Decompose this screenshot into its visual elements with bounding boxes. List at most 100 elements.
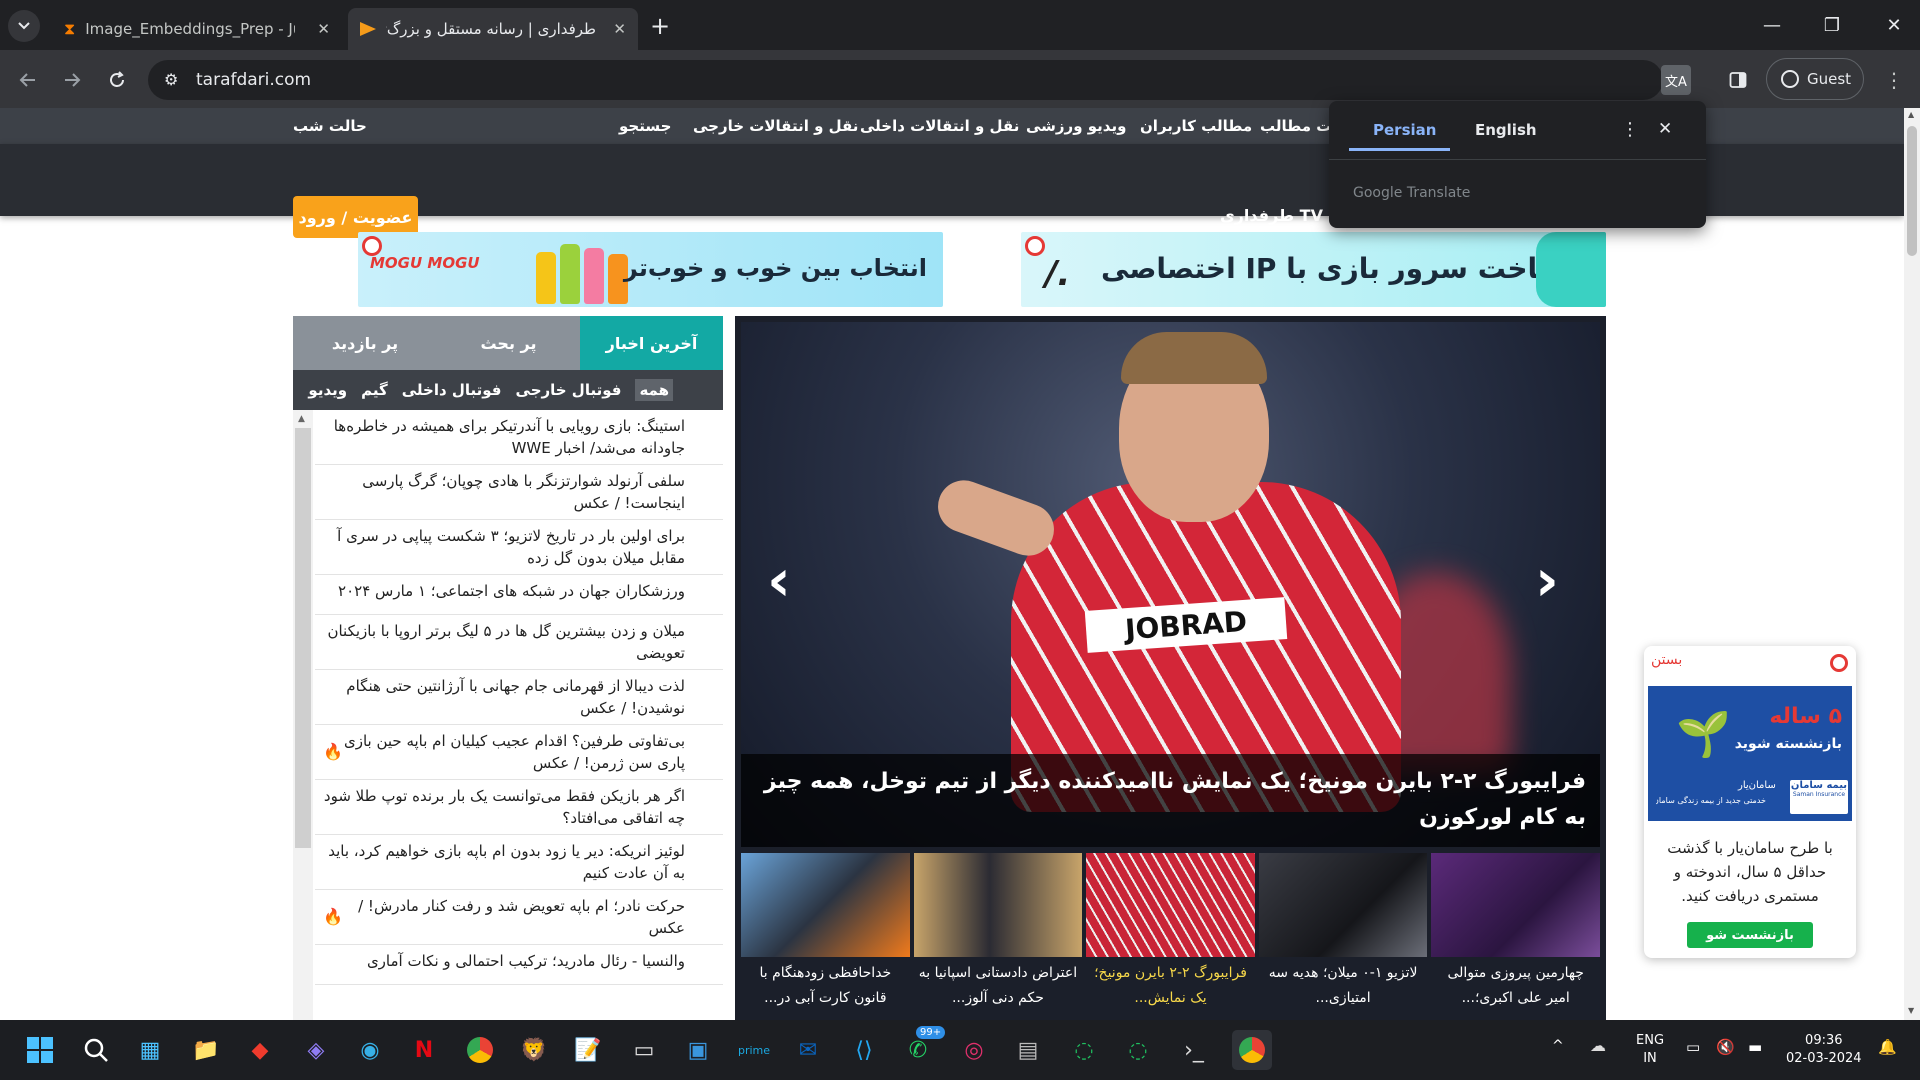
instagram-icon[interactable]: ◎	[954, 1030, 994, 1070]
outlook-icon[interactable]: ✉	[788, 1030, 828, 1070]
thumbnail-item[interactable]: چهارمین پیروزی متوالی امیر علی اکبری؛...	[1431, 853, 1600, 1020]
nav-search[interactable]: جستجو	[619, 117, 671, 135]
windows-app-icon[interactable]: ▣	[678, 1030, 718, 1070]
console-icon[interactable]: ▤	[1008, 1030, 1048, 1070]
terminal-icon[interactable]: ▭	[624, 1030, 664, 1070]
scroll-up-icon[interactable]: ▲	[298, 414, 305, 424]
file-explorer-icon[interactable]: 📁	[186, 1030, 226, 1070]
mogu-banner[interactable]: MOGU MOGU انتخاب بین خوب و خوب‌تر	[358, 232, 943, 307]
game-server-banner[interactable]: /. ساخت سرور بازی با IP اختصاصی	[1021, 232, 1606, 307]
maximize-button[interactable]: ❐	[1812, 10, 1852, 40]
vscode-icon[interactable]: ⟨⟩	[844, 1030, 884, 1070]
loader-icon[interactable]: ◌	[1064, 1030, 1104, 1070]
menu-button[interactable]: ⋮	[1878, 64, 1910, 96]
news-item[interactable]: میلان و زدن بیشترین گل ها در ۵ لیگ برتر …	[315, 615, 723, 670]
tarafdari-tv-link[interactable]: طرفداری TV	[1220, 206, 1323, 225]
nav-foreign-transfers[interactable]: نقل و انتقالات خارجی	[693, 117, 858, 135]
news-item[interactable]: برای اولین بار در تاریخ لاتزیو؛ ۳ شکست پ…	[315, 520, 723, 575]
filter-all[interactable]: همه	[635, 379, 673, 401]
scroll-up-icon[interactable]: ▲	[1908, 110, 1914, 119]
close-window-button[interactable]: ✕	[1874, 10, 1914, 40]
network-icon[interactable]: ▭	[1686, 1038, 1700, 1056]
tray-chevron-icon[interactable]: ^	[1552, 1038, 1564, 1054]
news-item[interactable]: اگر هر بازیکن فقط می‌توانست یک بار برنده…	[315, 780, 723, 835]
news-item[interactable]: سلفی آرنولد شوارتزنگر با هادی چوپان؛ گرگ…	[315, 465, 723, 520]
news-item[interactable]: لذت دیبالا از قهرمانی جام جهانی با آرژان…	[315, 670, 723, 725]
translate-icon[interactable]: 文A	[1661, 65, 1691, 95]
translate-options-icon[interactable]: ⋮	[1621, 119, 1639, 140]
battery-icon[interactable]: ▬	[1748, 1038, 1762, 1056]
news-item[interactable]: استینگ: بازی رویایی با آندرتیکر برای همی…	[315, 410, 723, 465]
ad-image[interactable]: ۵ ساله بازنشسته شوید 🌱 سامان‌یار خدمتی ج…	[1648, 686, 1852, 821]
copilot-icon[interactable]: ◈	[296, 1030, 336, 1070]
close-tab-icon[interactable]: ✕	[613, 20, 626, 38]
chrome-icon[interactable]	[460, 1030, 500, 1070]
search-button[interactable]	[76, 1030, 116, 1070]
tab-most-discussed[interactable]: پر بحث	[437, 316, 580, 370]
profile-button[interactable]: Guest	[1766, 58, 1864, 100]
filter-domestic-football[interactable]: فوتبال داخلی	[402, 381, 502, 399]
reload-button[interactable]	[101, 64, 133, 96]
news-item[interactable]: ورزشکاران جهان در شبکه های اجتماعی؛ ۱ ما…	[315, 575, 723, 615]
volume-muted-icon[interactable]: 🔇	[1716, 1038, 1735, 1056]
edge-icon[interactable]: ◉	[350, 1030, 390, 1070]
thumbnail-item[interactable]: فرایبورگ ۲-۲ بایرن مونیخ؛ یک نمایش...	[1086, 853, 1255, 1020]
translate-tab-english[interactable]: English	[1475, 121, 1537, 139]
store-icon[interactable]: ▦	[130, 1030, 170, 1070]
clock[interactable]: 09:36 02-03-2024	[1786, 1032, 1862, 1068]
netflix-icon[interactable]: N	[404, 1030, 444, 1070]
prev-slide-icon[interactable]: ‹	[767, 546, 791, 614]
news-title: استینگ: بازی رویایی با آندرتیکر برای همی…	[333, 417, 685, 457]
news-item[interactable]: بی‌تفاوتی طرفین؟ اقدام عجیب کیلیان ام با…	[315, 725, 723, 780]
news-item[interactable]: حرکت نادر؛ ام باپه تعویض شد و رفت کنار م…	[315, 890, 723, 945]
prime-video-icon[interactable]: prime	[734, 1030, 774, 1070]
hero-caption[interactable]: فرایبورگ ۲-۲ بایرن مونیخ؛ یک نمایش ناامی…	[741, 754, 1600, 847]
ad-cta-button[interactable]: بازنشست شو	[1687, 922, 1813, 948]
tab-jupyter[interactable]: ⧗ Image_Embeddings_Prep - Jupy ✕	[52, 8, 342, 50]
powershell-icon[interactable]: ›_	[1174, 1030, 1214, 1070]
tab-latest-news[interactable]: آخرین اخبار	[580, 316, 723, 370]
thumbnail-item[interactable]: اعتراض دادستانی اسپانیا به حکم دنی آلوز.…	[913, 853, 1083, 1020]
filter-foreign-football[interactable]: فوتبال خارجی	[516, 381, 622, 399]
nav-posts[interactable]: ت مطالب	[1260, 117, 1331, 135]
notifications-bell-icon[interactable]: 🔔	[1878, 1038, 1897, 1056]
minimize-button[interactable]: —	[1752, 10, 1792, 40]
brave-icon[interactable]: 🦁	[514, 1030, 554, 1070]
translate-close-icon[interactable]: ✕	[1658, 119, 1672, 139]
site-info-icon[interactable]: ⚙	[164, 70, 178, 89]
anydesk-icon[interactable]: ◆	[240, 1030, 280, 1070]
translate-tab-persian[interactable]: Persian	[1373, 121, 1436, 139]
next-slide-icon[interactable]: ›	[1535, 546, 1559, 614]
language-indicator[interactable]: ENG IN	[1636, 1032, 1664, 1068]
tab-most-viewed[interactable]: پر بازدید	[293, 316, 437, 370]
night-mode-link[interactable]: حالت شب	[293, 117, 367, 135]
nav-user-posts[interactable]: مطالب کاربران	[1140, 117, 1252, 135]
news-item[interactable]: والنسیا - رئال مادرید؛ ترکیب احتمالی و ن…	[315, 945, 723, 985]
back-button[interactable]	[12, 64, 44, 96]
forward-button[interactable]	[56, 64, 88, 96]
side-panel-button[interactable]	[1722, 64, 1754, 96]
loader-icon-2[interactable]: ◌	[1118, 1030, 1158, 1070]
nav-domestic-transfers[interactable]: نقل و انتقالات داخلی	[860, 117, 1019, 135]
ad-close-button[interactable]: بستن	[1651, 652, 1682, 668]
scroll-down-icon[interactable]: ▼	[1908, 1006, 1914, 1015]
close-tab-icon[interactable]: ✕	[317, 20, 330, 38]
filter-video[interactable]: ویدیو	[308, 381, 347, 399]
chrome-active-icon[interactable]	[1232, 1030, 1272, 1070]
thumbnail-item[interactable]: خداحافظی زودهنگام با قانون کارت آبی در..…	[741, 853, 910, 1020]
nav-sports-video[interactable]: ویدیو ورزشی	[1026, 117, 1126, 135]
page-scroll-thumb[interactable]	[1907, 126, 1917, 256]
start-button[interactable]	[20, 1030, 60, 1070]
tab-tarafdari[interactable]: طرفداری | رسانه مستقل و بزرگ‌تر ✕	[348, 8, 638, 50]
hero-image[interactable]: JOBRAD فرایبورگ ۲-۲ بایرن مونیخ؛ یک نمای…	[741, 322, 1600, 847]
whatsapp-icon[interactable]: ✆ 99+	[898, 1026, 946, 1070]
filter-game[interactable]: گیم	[361, 381, 388, 399]
new-tab-button[interactable]: +	[650, 12, 670, 40]
news-scroll-thumb[interactable]	[295, 428, 311, 848]
thumbnail-item[interactable]: لاتزیو ۱-۰ میلان؛ هدیه سه امتیازی...	[1258, 853, 1428, 1020]
news-item[interactable]: لوئیز انریکه: دیر یا زود بدون ام باپه با…	[315, 835, 723, 890]
address-bar[interactable]: ⚙ tarafdari.com 文A	[148, 60, 1691, 100]
tab-search-button[interactable]	[8, 10, 40, 42]
onedrive-icon[interactable]: ☁	[1590, 1036, 1606, 1055]
notepad-icon[interactable]: 📝	[568, 1030, 608, 1070]
